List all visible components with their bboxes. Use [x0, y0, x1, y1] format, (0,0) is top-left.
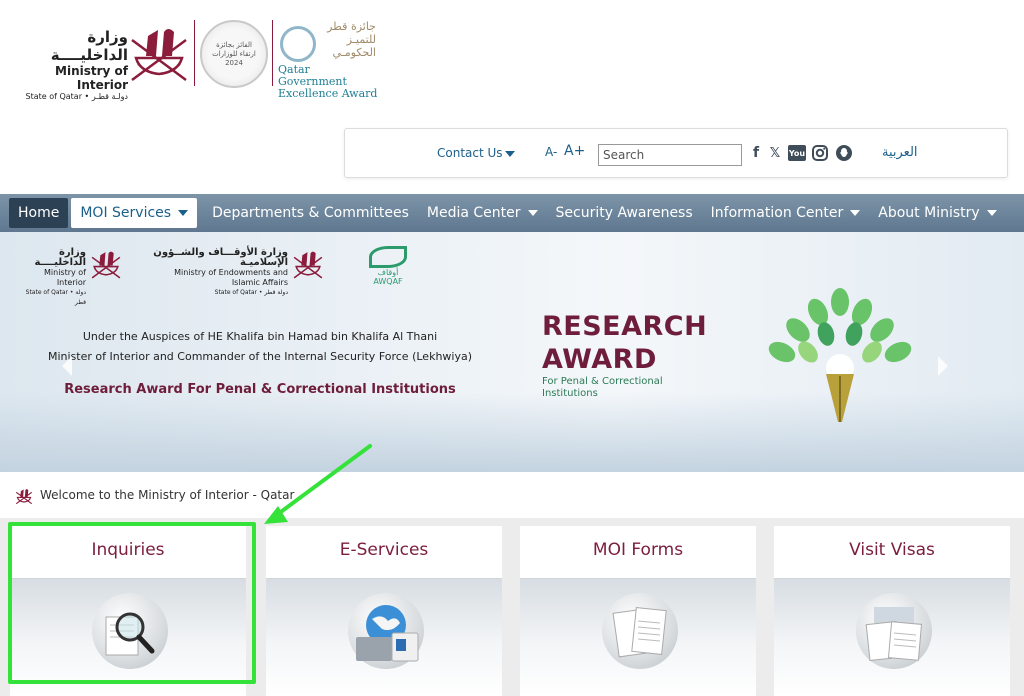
moi-name-en: Ministry of Interior: [55, 64, 128, 92]
hero-banner[interactable]: وزارة الداخليــــة Ministry of Interior …: [0, 232, 1024, 472]
search-input[interactable]: [598, 144, 742, 166]
chevron-down-icon: [527, 210, 538, 216]
nav-moi-services[interactable]: MOI Services: [71, 198, 198, 228]
awqaf-leaf-icon: [369, 246, 407, 268]
card-title: E-Services: [339, 540, 429, 560]
card-body: [520, 578, 756, 696]
welcome-text: Welcome to the Ministry of Interior - Qa…: [40, 488, 295, 502]
moi-state: State of Qatar • دولـة قطـر: [25, 92, 129, 101]
card-body: [266, 578, 502, 696]
header-divider: [272, 20, 273, 86]
pen-tree-illustration-icon: [768, 288, 912, 422]
card-e-services[interactable]: E-Services: [266, 526, 502, 696]
banner-auspices-line: Under the Auspices of HE Khalifa bin Ham…: [82, 330, 438, 343]
font-decrease-button[interactable]: A-: [545, 145, 557, 159]
nav-departments-committees[interactable]: Departments & Committees: [203, 198, 418, 228]
excellence-seal: الفائز بجائزة ارتقاء للوزارات 2024: [200, 20, 268, 88]
chevron-down-icon: [178, 210, 189, 216]
arabic-language-link[interactable]: العربية: [882, 145, 918, 160]
qga-name-en: Qatar Government Excellence Award: [278, 63, 378, 100]
banner-logo-endowments: وزارة الأوقـــاف والشــؤون الإسلاميـة Mi…: [153, 247, 288, 297]
chevron-down-icon: [850, 210, 861, 216]
card-image-disc: [348, 593, 424, 669]
welcome-breadcrumb: Welcome to the Ministry of Interior - Qa…: [0, 472, 1024, 518]
card-body: [774, 578, 1010, 696]
main-nav: Home MOI Services Departments & Committe…: [0, 194, 1024, 232]
qga-ring-icon: [280, 26, 316, 62]
inquiries-highlight-box: [8, 522, 256, 684]
qatar-emblem-icon: [15, 489, 33, 505]
awqaf-logo: أوقاف AWQAF: [352, 246, 424, 286]
banner-logo-moi: وزارة الداخليــــة Ministry of Interior …: [25, 247, 86, 307]
youtube-icon[interactable]: You: [788, 145, 806, 161]
card-visit-visas[interactable]: Visit Visas: [774, 526, 1010, 696]
visa-documents-icon: [865, 607, 923, 662]
nav-about-ministry[interactable]: About Ministry: [869, 198, 1005, 228]
card-title: MOI Forms: [592, 540, 684, 560]
qga-logo: جائزة قطر للتميـز الحكومـي Qatar Governm…: [278, 20, 378, 100]
card-image-disc: [856, 593, 932, 669]
qga-name-ar: جائزة قطر للتميـز الحكومـي: [327, 20, 376, 59]
instagram-icon[interactable]: [811, 144, 829, 162]
card-moi-forms[interactable]: MOI Forms: [520, 526, 756, 696]
card-title: Visit Visas: [849, 540, 935, 560]
utility-bar: Contact Us A- A+ f 𝕏 You العربية: [344, 128, 1008, 178]
qatar-emblem-icon: [91, 251, 121, 279]
header-divider: [194, 20, 195, 86]
banner-award-title: Research Award For Penal & Correctional …: [64, 382, 456, 397]
nav-information-center[interactable]: Information Center: [702, 198, 870, 228]
snapchat-icon[interactable]: [835, 144, 853, 162]
moi-logo[interactable]: وزارة الداخليــــة Ministry of Interior …: [10, 28, 129, 101]
research-award-subtitle: For Penal & Correctional Institutions: [542, 376, 663, 399]
facebook-icon[interactable]: f: [747, 144, 765, 162]
qatar-emblem-icon: [131, 29, 187, 82]
chevron-down-icon: [986, 210, 997, 216]
nav-home[interactable]: Home: [9, 198, 69, 228]
site-header: وزارة الداخليــــة Ministry of Interior …: [0, 0, 1024, 120]
font-increase-button[interactable]: A+: [564, 143, 585, 159]
moi-name-ar: وزارة الداخليــــة: [50, 28, 128, 64]
chevron-down-icon: [504, 150, 515, 157]
page: وزارة الداخليــــة Ministry of Interior …: [0, 0, 1024, 696]
contact-us-dropdown[interactable]: Contact Us: [437, 146, 515, 160]
banner-minister-line: Minister of Interior and Commander of th…: [47, 350, 473, 363]
card-image-disc: [602, 593, 678, 669]
carousel-next-arrow[interactable]: [938, 356, 948, 376]
nav-media-center[interactable]: Media Center: [418, 198, 547, 228]
globe-card-icon: [356, 605, 419, 662]
qatar-emblem-icon: [293, 251, 323, 279]
x-twitter-icon[interactable]: 𝕏: [766, 144, 784, 162]
forms-documents-icon: [612, 607, 667, 658]
carousel-prev-arrow[interactable]: [62, 356, 72, 376]
nav-security-awareness[interactable]: Security Awareness: [547, 198, 702, 228]
research-award-wordmark: RESEARCH AWARD: [542, 311, 708, 375]
